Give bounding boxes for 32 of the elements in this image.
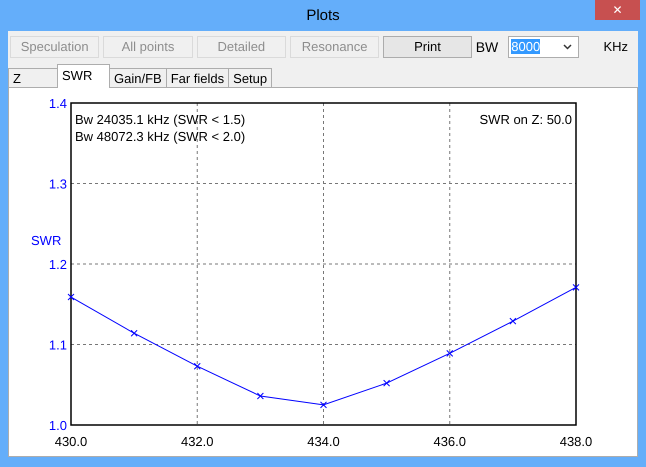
y-axis-label: SWR (31, 233, 62, 248)
x-tick-label: 430.0 (54, 434, 88, 449)
unit-label: KHz (603, 39, 628, 54)
y-tick-label: 1.0 (48, 418, 67, 433)
y-tick-label: 1.4 (48, 96, 67, 111)
tab[interactable]: Setup (228, 68, 272, 88)
y-tick-label: 1.2 (48, 257, 67, 272)
data-point (320, 401, 327, 408)
data-point (509, 318, 516, 325)
data-point (572, 284, 580, 291)
x-tick-label: 432.0 (180, 434, 214, 449)
data-point (383, 380, 390, 387)
y-tick-label: 1.3 (48, 176, 67, 192)
tab[interactable]: Z (8, 68, 58, 88)
reference-impedance-note: SWR on Z: 50.0 (480, 112, 572, 127)
toolbar-button[interactable]: Print (383, 36, 472, 58)
data-point (68, 294, 74, 300)
bw-label: BW (476, 38, 498, 54)
data-point (256, 392, 264, 400)
data-point (130, 330, 138, 337)
window-title: Plots (306, 7, 340, 24)
data-point (194, 362, 201, 370)
close-button[interactable]: ✕ (595, 0, 640, 20)
tab[interactable]: SWR (57, 64, 110, 88)
bandwidth-note: Bw 24035.1 kHz (SWR < 1.5) (75, 112, 246, 127)
x-tick-label: 434.0 (307, 434, 340, 449)
caret-icon (563, 44, 572, 50)
bandwidth-note: Bw 48072.3 kHz (SWR < 2.0) (75, 129, 246, 144)
data-point (446, 350, 454, 357)
x-tick-label: 436.0 (433, 434, 466, 449)
y-tick-label: 1.1 (48, 338, 67, 352)
x-tick-label: 438.0 (560, 434, 592, 449)
